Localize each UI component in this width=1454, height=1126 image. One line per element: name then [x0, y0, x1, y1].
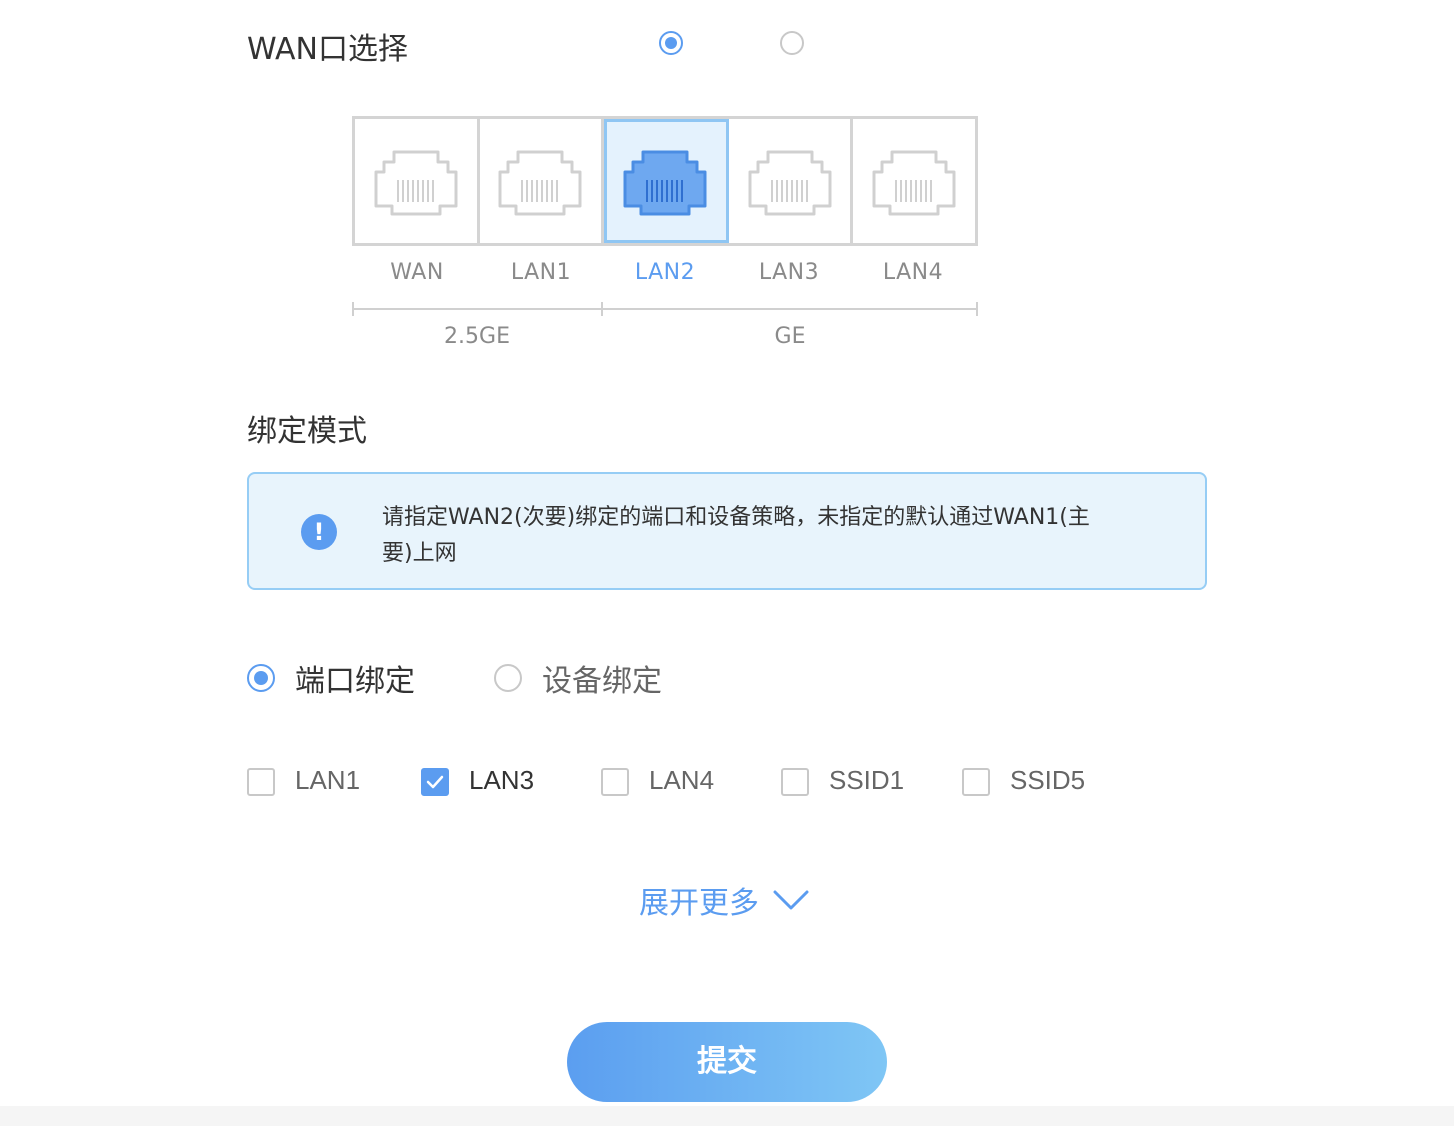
bind-mode-title: 绑定模式 [247, 414, 367, 449]
port-lan2[interactable] [604, 119, 729, 243]
speed-label-2-5ge: 2.5GE [444, 324, 510, 349]
port-label-lan3: LAN3 [758, 260, 820, 285]
device-bind-label[interactable]: 设备绑定 [542, 656, 662, 700]
checkbox-label-lan3[interactable]: LAN3 [469, 765, 534, 796]
port-label-lan4: LAN4 [882, 260, 944, 285]
submit-button[interactable]: 提交 [567, 1022, 887, 1102]
ethernet-port-icon [498, 150, 582, 216]
speed-label-ge: GE [774, 324, 806, 349]
expand-more-link[interactable]: 展开更多 [639, 878, 759, 922]
port-bind-radio[interactable] [247, 664, 275, 692]
bottom-bar [0, 1106, 1454, 1126]
checkbox-label-ssid1[interactable]: SSID1 [829, 765, 904, 796]
alert-text-line1: 请指定WAN2(次要)绑定的端口和设备策略，未指定的默认通过WAN1(主 [382, 505, 1090, 530]
ethernet-port-icon [748, 150, 832, 216]
alert-text: 请指定WAN2(次要)绑定的端口和设备策略，未指定的默认通过WAN1(主 要)上… [382, 500, 1162, 572]
port-lan4[interactable] [853, 119, 975, 243]
check-icon [426, 775, 444, 789]
checkbox-label-lan4[interactable]: LAN4 [649, 765, 714, 796]
expand-more-label: 展开更多 [639, 886, 759, 921]
checkbox-lan3[interactable] [421, 768, 449, 796]
checkbox-label-ssid5[interactable]: SSID5 [1010, 765, 1085, 796]
exclamation-icon: ! [301, 514, 337, 550]
port-wan[interactable] [355, 119, 480, 243]
checkbox-label-lan1[interactable]: LAN1 [295, 765, 360, 796]
checkbox-ssid5[interactable] [962, 768, 990, 796]
device-bind-radio[interactable] [494, 664, 522, 692]
chevron-down-icon[interactable] [773, 886, 809, 914]
speed-bracket [352, 302, 978, 316]
info-alert: ! 请指定WAN2(次要)绑定的端口和设备策略，未指定的默认通过WAN1(主 要… [247, 472, 1207, 590]
wan1-radio[interactable] [659, 31, 683, 55]
checkbox-lan1[interactable] [247, 768, 275, 796]
wan-select-title: WAN口选择 [247, 32, 408, 67]
alert-text-line2: 要)上网 [382, 541, 457, 566]
port-panel [352, 116, 978, 246]
port-label-wan: WAN [390, 260, 444, 285]
ethernet-port-icon [872, 150, 956, 216]
port-lan3[interactable] [729, 119, 854, 243]
checkbox-ssid1[interactable] [781, 768, 809, 796]
wan2-radio[interactable] [780, 31, 804, 55]
port-lan1[interactable] [480, 119, 605, 243]
port-label-lan2: LAN2 [634, 260, 696, 285]
port-bind-label[interactable]: 端口绑定 [295, 656, 415, 700]
checkbox-lan4[interactable] [601, 768, 629, 796]
ethernet-port-icon [623, 150, 707, 216]
ethernet-port-icon [374, 150, 458, 216]
port-label-lan1: LAN1 [510, 260, 572, 285]
